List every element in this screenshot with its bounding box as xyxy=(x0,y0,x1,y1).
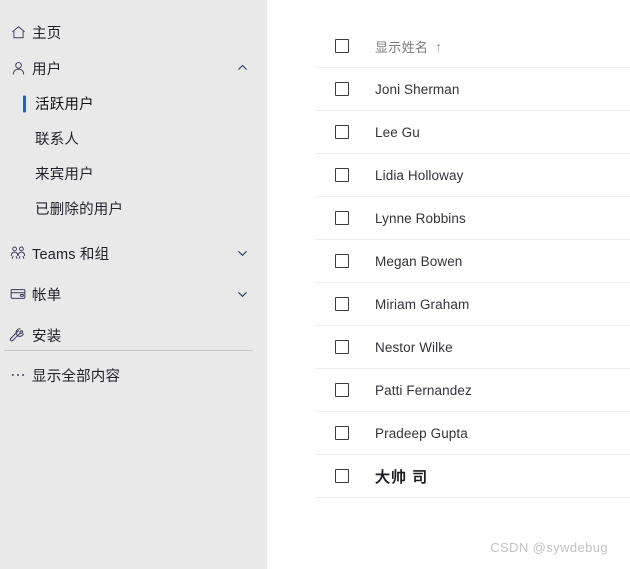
select-all-checkbox[interactable] xyxy=(335,39,349,53)
active-indicator xyxy=(23,95,26,112)
row-select-cell xyxy=(315,426,357,440)
row-checkbox[interactable] xyxy=(335,340,349,354)
row-display-name: Pradeep Gupta xyxy=(375,425,468,441)
row-checkbox[interactable] xyxy=(335,82,349,96)
sidebar-item-guest-users[interactable]: 来宾用户 xyxy=(0,156,267,191)
table-row[interactable]: Lee Gu xyxy=(315,111,630,154)
row-checkbox[interactable] xyxy=(335,297,349,311)
watermark: CSDN @sywdebug xyxy=(490,540,608,555)
sidebar-item-label: 主页 xyxy=(32,25,62,42)
row-display-name: Nestor Wilke xyxy=(375,339,453,355)
column-header-display-name[interactable]: 显示姓名 ↑ xyxy=(357,37,442,56)
app-root: 主页 用户 活跃用户 联系人 来宾用户 已删除的用户 Teams 和组 帐单 安… xyxy=(0,0,630,569)
sidebar-item-label: 活跃用户 xyxy=(35,97,94,113)
select-all-cell xyxy=(315,39,357,53)
row-display-name: Joni Sherman xyxy=(375,81,460,97)
row-checkbox[interactable] xyxy=(335,125,349,139)
row-select-cell xyxy=(315,211,357,225)
people-icon xyxy=(4,244,32,262)
row-checkbox[interactable] xyxy=(335,211,349,225)
row-select-cell xyxy=(315,254,357,268)
chevron-up-icon[interactable] xyxy=(236,62,249,75)
row-select-cell xyxy=(315,82,357,96)
sidebar-item-label: 用户 xyxy=(32,61,62,78)
row-checkbox[interactable] xyxy=(335,469,349,483)
row-display-name: Lee Gu xyxy=(375,124,420,140)
row-checkbox[interactable] xyxy=(335,168,349,182)
card-icon xyxy=(4,285,32,303)
row-display-name: Megan Bowen xyxy=(375,253,463,269)
wrench-icon xyxy=(4,326,32,344)
table-header-row: 显示姓名 ↑ xyxy=(315,25,630,68)
sidebar-item-label: 已删除的用户 xyxy=(35,202,124,218)
home-icon xyxy=(4,24,32,41)
row-display-name: Patti Fernandez xyxy=(375,382,472,398)
table-row[interactable]: Nestor Wilke xyxy=(315,326,630,369)
sidebar-item-label: 帐单 xyxy=(32,287,62,304)
row-display-name: Lidia Holloway xyxy=(375,167,464,183)
sidebar-item-setup[interactable]: 安装 xyxy=(0,317,267,353)
main-content: 显示姓名 ↑ Joni Sherman Lee Gu Lidia Hollowa… xyxy=(267,0,630,569)
table-row[interactable]: Joni Sherman xyxy=(315,68,630,111)
table-row[interactable]: Lynne Robbins xyxy=(315,197,630,240)
row-display-name: 大帅 司 xyxy=(375,468,429,486)
sidebar: 主页 用户 活跃用户 联系人 来宾用户 已删除的用户 Teams 和组 帐单 安… xyxy=(0,0,267,569)
row-select-cell xyxy=(315,340,357,354)
sidebar-divider xyxy=(4,350,253,351)
sidebar-item-users[interactable]: 用户 xyxy=(0,50,267,86)
chevron-down-icon[interactable] xyxy=(236,288,249,301)
ellipsis-icon xyxy=(4,366,32,384)
sidebar-item-label: 来宾用户 xyxy=(35,167,94,183)
table-row[interactable]: 大帅 司 xyxy=(315,455,630,498)
sidebar-item-label: 显示全部内容 xyxy=(32,368,121,385)
sidebar-item-teams-groups[interactable]: Teams 和组 xyxy=(0,235,267,271)
row-select-cell xyxy=(315,297,357,311)
row-checkbox[interactable] xyxy=(335,383,349,397)
sort-ascending-icon: ↑ xyxy=(435,38,443,54)
row-checkbox[interactable] xyxy=(335,254,349,268)
person-icon xyxy=(4,60,32,77)
table-row[interactable]: Megan Bowen xyxy=(315,240,630,283)
row-select-cell xyxy=(315,469,357,483)
row-display-name: Lynne Robbins xyxy=(375,210,466,226)
sidebar-item-deleted-users[interactable]: 已删除的用户 xyxy=(0,191,267,226)
table-row[interactable]: Miriam Graham xyxy=(315,283,630,326)
row-checkbox[interactable] xyxy=(335,426,349,440)
sidebar-item-label: 安装 xyxy=(32,328,62,345)
column-header-label: 显示姓名 xyxy=(375,39,429,55)
sidebar-item-contacts[interactable]: 联系人 xyxy=(0,121,267,156)
table-row[interactable]: Patti Fernandez xyxy=(315,369,630,412)
sidebar-item-label: 联系人 xyxy=(35,132,80,148)
sidebar-item-show-all[interactable]: 显示全部内容 xyxy=(0,357,267,393)
table-row[interactable]: Lidia Holloway xyxy=(315,154,630,197)
row-select-cell xyxy=(315,383,357,397)
row-select-cell xyxy=(315,168,357,182)
sidebar-item-label: Teams 和组 xyxy=(32,246,110,263)
table-row[interactable]: Pradeep Gupta xyxy=(315,412,630,455)
chevron-down-icon[interactable] xyxy=(236,247,249,260)
row-select-cell xyxy=(315,125,357,139)
users-table: 显示姓名 ↑ Joni Sherman Lee Gu Lidia Hollowa… xyxy=(315,25,630,498)
sidebar-item-active-users[interactable]: 活跃用户 xyxy=(0,86,267,121)
row-display-name: Miriam Graham xyxy=(375,296,470,312)
sidebar-item-home[interactable]: 主页 xyxy=(0,14,267,50)
sidebar-item-billing[interactable]: 帐单 xyxy=(0,276,267,312)
